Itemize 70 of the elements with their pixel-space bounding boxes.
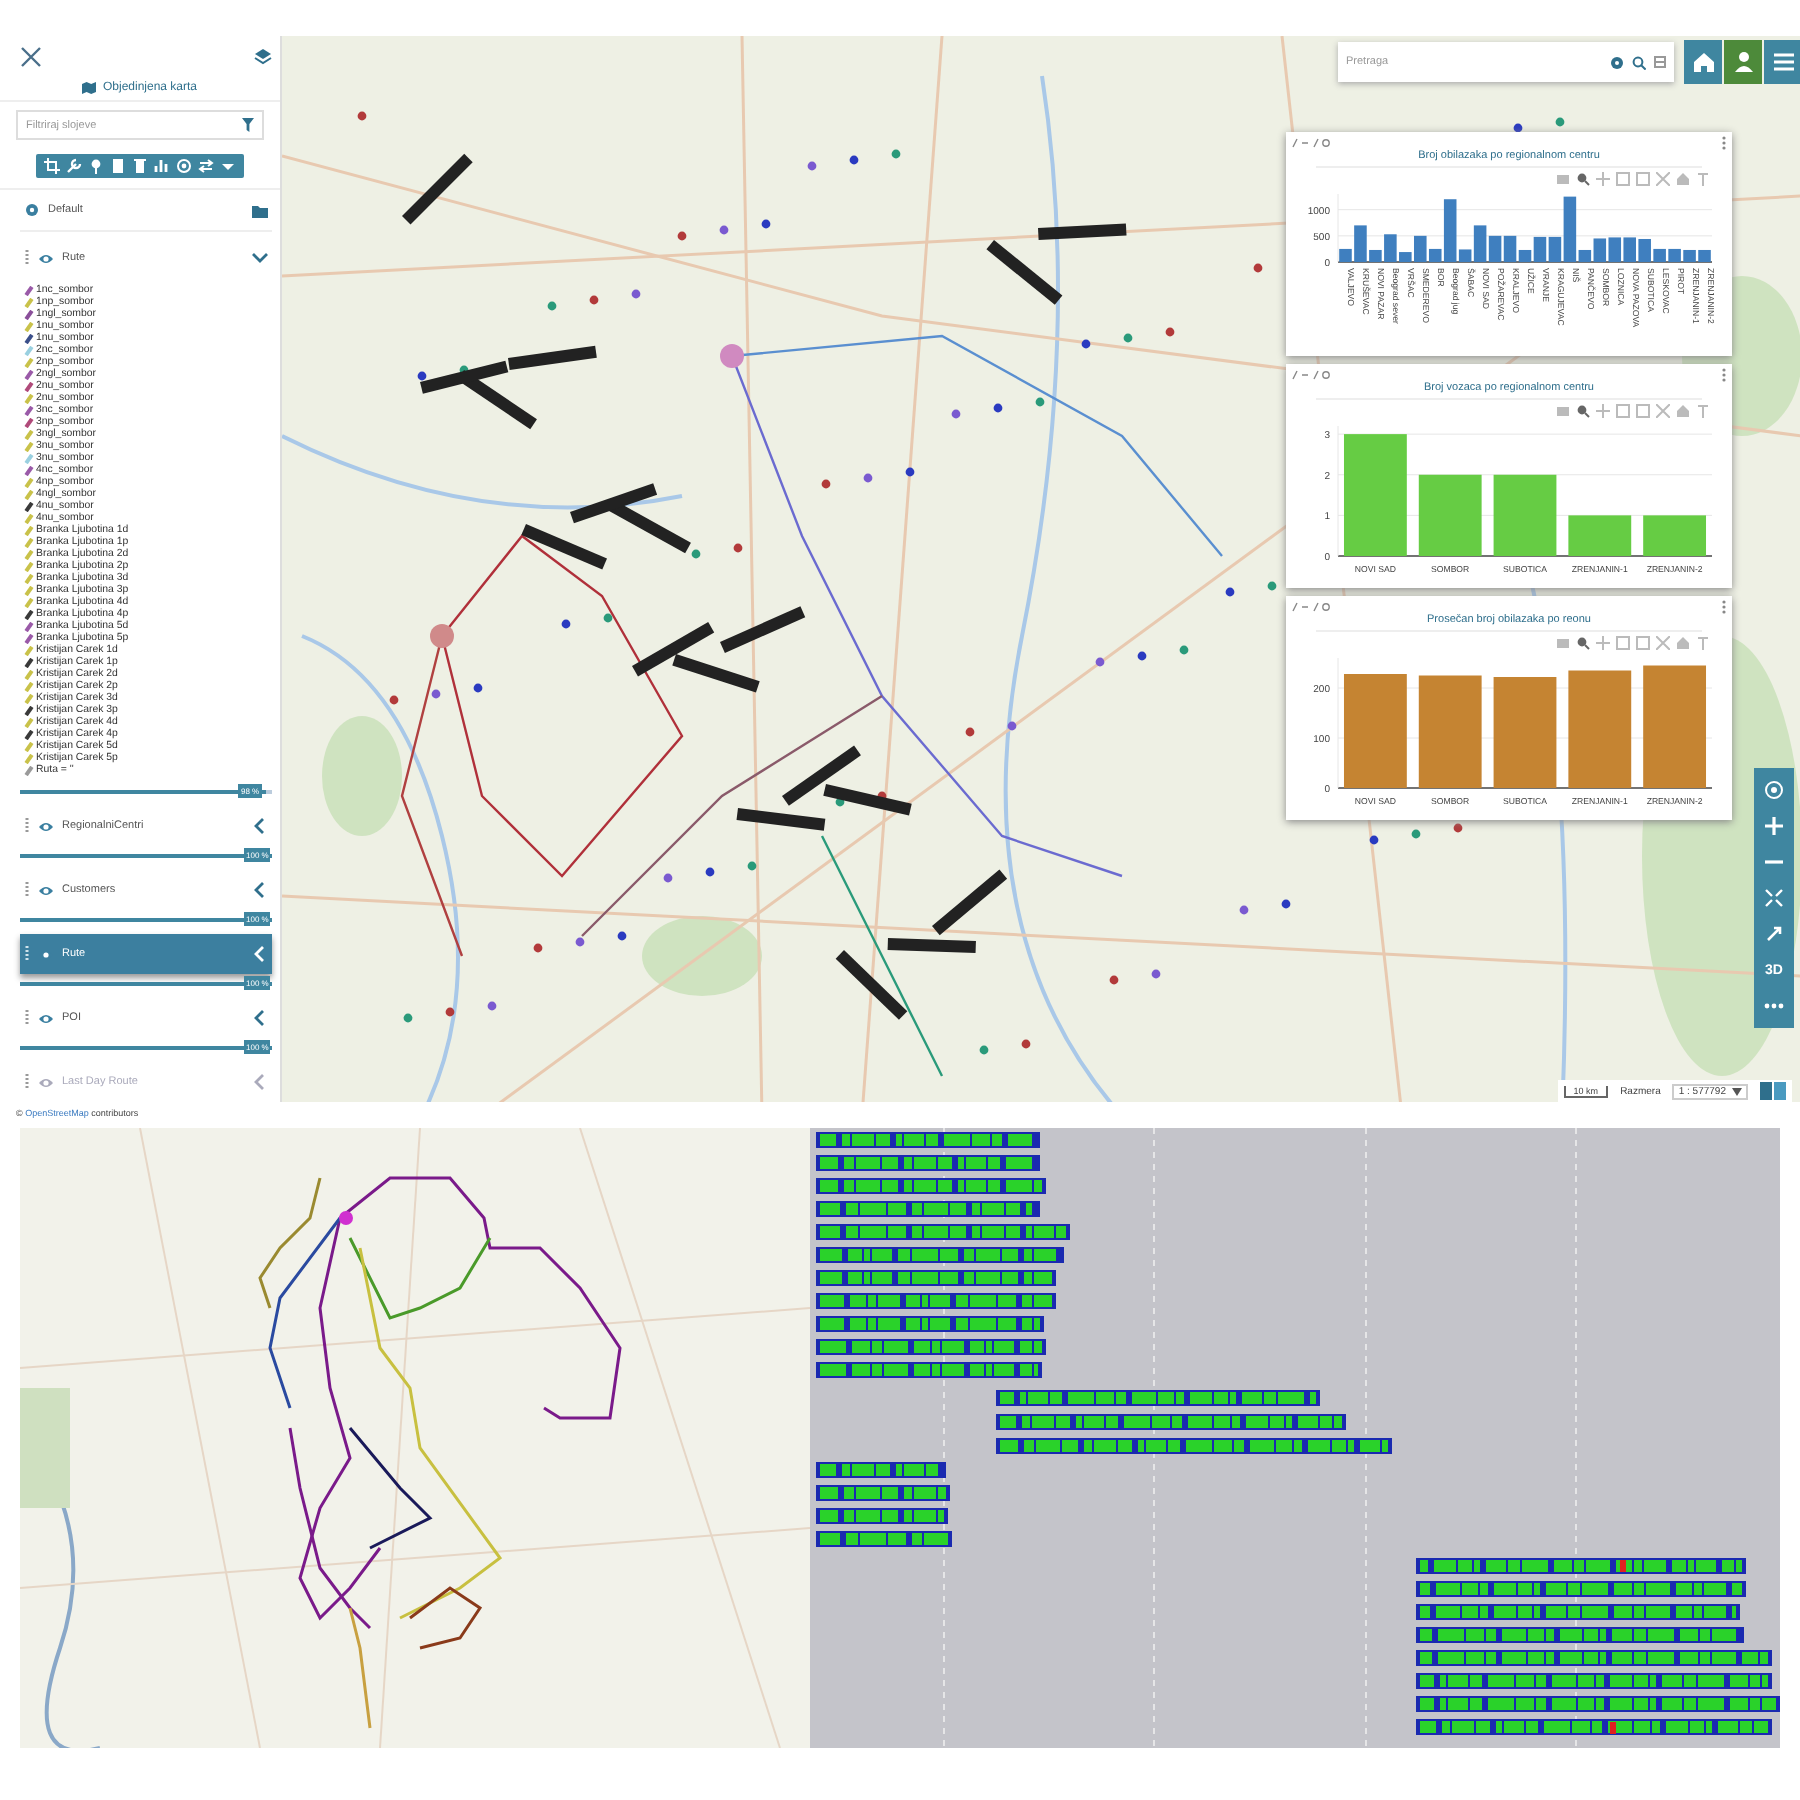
filter-icon[interactable] <box>242 118 254 132</box>
layers-icon[interactable] <box>254 48 272 66</box>
expand-icon <box>1764 924 1784 944</box>
crop-icon[interactable] <box>44 158 60 174</box>
gear-icon <box>24 202 40 218</box>
bar-chart-icon[interactable] <box>154 158 170 174</box>
window-controls-icon[interactable] <box>1292 602 1332 612</box>
close-icon[interactable] <box>20 46 42 68</box>
eye-icon[interactable] <box>38 947 54 961</box>
trash-icon[interactable] <box>132 158 148 174</box>
plus-icon[interactable] <box>1596 172 1610 186</box>
drag-handle-icon[interactable] <box>24 882 30 898</box>
eye-icon[interactable] <box>38 819 54 833</box>
pin-icon[interactable] <box>88 158 104 174</box>
camera-icon[interactable] <box>1556 404 1570 418</box>
window-controls-icon[interactable] <box>1292 370 1332 380</box>
spike-icon[interactable] <box>1696 636 1710 650</box>
chevron-left-icon[interactable] <box>252 818 268 834</box>
zoom-icon[interactable] <box>1576 636 1590 650</box>
box-icon[interactable] <box>1636 172 1650 186</box>
cross-icon[interactable] <box>1656 636 1670 650</box>
home-icon[interactable] <box>1676 636 1690 650</box>
chevron-down-icon[interactable] <box>252 250 268 266</box>
menu-button[interactable] <box>1764 40 1800 84</box>
window-controls-icon[interactable] <box>1292 138 1332 148</box>
box-icon[interactable] <box>1636 404 1650 418</box>
box-icon[interactable] <box>1636 636 1650 650</box>
camera-icon[interactable] <box>1556 636 1570 650</box>
compass-icon <box>1764 780 1784 800</box>
user-button[interactable] <box>1724 40 1762 84</box>
chevron-left-icon[interactable] <box>252 946 268 962</box>
chevron-left-icon[interactable] <box>252 1010 268 1026</box>
zoom-icon[interactable] <box>1576 404 1590 418</box>
chevron-left-icon[interactable] <box>252 882 268 898</box>
caret-icon <box>1732 1087 1742 1095</box>
map-icon <box>82 81 97 93</box>
drag-handle-icon[interactable] <box>24 250 30 266</box>
zoom-icon[interactable] <box>1576 172 1590 186</box>
plus-icon[interactable] <box>1596 636 1610 650</box>
spike-icon[interactable] <box>1696 172 1710 186</box>
menu-icon <box>1769 48 1797 76</box>
swap-icon[interactable] <box>198 158 214 174</box>
camera-icon[interactable] <box>1556 172 1570 186</box>
user-icon <box>1729 48 1757 76</box>
search-icon[interactable] <box>1632 55 1646 69</box>
folder-icon[interactable] <box>252 203 268 217</box>
home-icon[interactable] <box>1676 172 1690 186</box>
box-icon[interactable] <box>1616 636 1630 650</box>
home-icon <box>1689 48 1717 76</box>
target-icon[interactable] <box>176 158 192 174</box>
drag-handle-icon[interactable] <box>24 818 30 834</box>
drag-handle-icon[interactable] <box>24 1010 30 1026</box>
box-icon[interactable] <box>1616 172 1630 186</box>
eye-icon[interactable] <box>38 251 54 265</box>
home-button[interactable] <box>1684 40 1722 84</box>
plus-icon[interactable] <box>1596 404 1610 418</box>
zoom-in-icon <box>1764 816 1784 836</box>
grid-icon[interactable] <box>1654 56 1666 68</box>
gear-icon[interactable] <box>1610 55 1624 69</box>
wrench-icon[interactable] <box>66 158 82 174</box>
document-icon[interactable] <box>110 158 126 174</box>
box-icon[interactable] <box>1616 404 1630 418</box>
eye-icon[interactable] <box>38 1011 54 1025</box>
fit-extent-icon <box>1764 888 1784 908</box>
cross-icon[interactable] <box>1656 172 1670 186</box>
eye-icon[interactable] <box>38 883 54 897</box>
cross-icon[interactable] <box>1656 404 1670 418</box>
spike-icon[interactable] <box>1696 404 1710 418</box>
caret-icon[interactable] <box>220 158 236 174</box>
home-icon[interactable] <box>1676 404 1690 418</box>
